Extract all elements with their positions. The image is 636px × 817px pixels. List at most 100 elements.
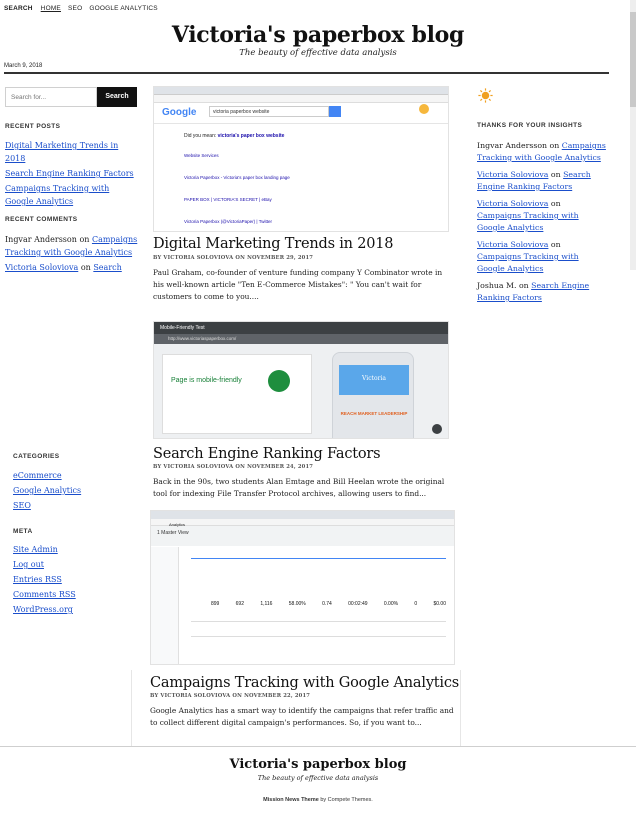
meta-link[interactable]: Log out <box>13 560 44 569</box>
google-result[interactable]: Victoria Paperbox (@VictoriaPaper) | Twi… <box>184 211 290 231</box>
nav-home-link[interactable]: HOME <box>41 5 61 12</box>
google-search-box[interactable]: victoria paperbox website <box>209 106 329 117</box>
insight-on: on <box>518 281 529 290</box>
meta-link[interactable]: Site Admin <box>13 545 58 554</box>
footer-site-title[interactable]: Victoria's paperbox blog <box>0 757 636 772</box>
recent-comment: Victoria Soloviova on Search <box>5 261 140 274</box>
recent-comments-title: RECENT COMMENTS <box>5 216 78 223</box>
comment-author-link[interactable]: Victoria Soloviova <box>5 263 78 272</box>
analytics-total: 58.00% <box>288 601 306 607</box>
insight-comment: Victoria Soloviova on Campaigns Tracking… <box>477 198 607 234</box>
google-tabs-divider <box>154 123 448 124</box>
nav-search-link[interactable]: SEARCH <box>4 5 33 12</box>
post-thumbnail-mobile-test[interactable]: Mobile-Friendly Test http://www.victoria… <box>153 321 449 439</box>
google-result[interactable]: Website Services <box>184 145 290 167</box>
phone-preview-title: Victoria <box>339 365 409 395</box>
insight-post-link[interactable]: Campaigns Tracking with Google Analytics <box>477 252 579 273</box>
browser-addressbar <box>151 519 454 526</box>
category-link[interactable]: SEO <box>13 501 31 510</box>
meta-link[interactable]: WordPress.org <box>13 605 73 614</box>
meta-link[interactable]: Comments RSS <box>13 590 76 599</box>
analytics-tab: Analytics <box>169 522 186 527</box>
recent-posts-title: RECENT POSTS <box>5 123 61 130</box>
insight-comment: Ingvar Andersson on Campaigns Tracking w… <box>477 140 607 164</box>
analytics-view-selector[interactable]: 1 Master View <box>151 526 454 546</box>
google-did-you-mean: Did you mean: victoria's paper box websi… <box>184 133 284 139</box>
category-link[interactable]: eCommerce <box>13 471 62 480</box>
insight-comment: Joshua M. on Search Engine Ranking Facto… <box>477 280 607 304</box>
analytics-total: 00:02:49 <box>348 601 368 607</box>
insight-author-link[interactable]: Victoria Soloviova <box>477 240 548 249</box>
recent-post-link[interactable]: Digital Marketing Trends in 2018 <box>5 141 118 163</box>
phone-preview-banner: REACH MARKET LEADERSHIP <box>340 411 408 416</box>
analytics-total: 1,116 <box>260 601 273 607</box>
mobile-test-result-card: Page is mobile-friendly <box>162 354 312 434</box>
site-title[interactable]: Victoria's paperbox blog <box>0 22 636 48</box>
search-button[interactable]: Search <box>97 87 137 107</box>
analytics-total: 0 <box>414 601 418 607</box>
insight-comment: Victoria Soloviova on Campaigns Tracking… <box>477 239 607 275</box>
analytics-sidebar <box>151 547 179 664</box>
nav-seo-link[interactable]: SEO <box>68 5 82 12</box>
footer-credit-by: by Compete Themes. <box>320 797 373 803</box>
category-link[interactable]: Google Analytics <box>13 486 81 495</box>
share-icon[interactable] <box>432 424 442 434</box>
google-logo-text: Google <box>162 107 197 118</box>
insight-author-link[interactable]: Victoria Soloviova <box>477 170 548 179</box>
search-input[interactable] <box>5 87 97 107</box>
analytics-trend-line <box>191 551 446 559</box>
post-thumbnail-analytics[interactable]: Analytics 1 Master View 899 692 1,116 58… <box>150 510 455 665</box>
site-tagline: The beauty of effective data analysis <box>239 48 397 58</box>
nav-google-analytics-link[interactable]: GOOGLE ANALYTICS <box>89 5 157 12</box>
analytics-total: 692 <box>235 601 244 607</box>
post-excerpt: Google Analytics has a smart way to iden… <box>150 706 454 727</box>
insight-on: on <box>550 199 561 208</box>
post-title[interactable]: Search Engine Ranking Factors <box>153 446 453 462</box>
recent-post-link[interactable]: Campaigns Tracking with Google Analytics <box>5 184 109 206</box>
insight-author-link[interactable]: Victoria Soloviova <box>477 199 548 208</box>
google-result[interactable]: PAPER BOX | VICTORIA'S SECRET | eBay <box>184 189 290 211</box>
meta-list: Site Admin Log out Entries RSS Comments … <box>13 543 76 618</box>
phone-check-icon <box>268 370 290 392</box>
google-search-icon[interactable] <box>329 106 341 117</box>
recent-comments-list: Ingvar Andersson on Campaigns Tracking w… <box>5 233 140 276</box>
comment-on: on <box>80 263 91 272</box>
categories-list: eCommerce Google Analytics SEO <box>13 469 81 514</box>
footer-tagline: The beauty of effective data analysis <box>257 774 379 782</box>
google-logo: Google <box>162 107 196 118</box>
analytics-total: 0.74 <box>322 601 332 607</box>
insight-on: on <box>550 170 561 179</box>
google-result[interactable]: Victoria Paperbox - Victoria's paper box… <box>184 167 290 189</box>
post-meta: BY VICTORIA SOLOVIOVA ON NOVEMBER 24, 20… <box>153 464 314 470</box>
post-thumbnail-google-search[interactable]: Google victoria paperbox website Did you… <box>153 86 449 232</box>
post-meta: BY VICTORIA SOLOVIOVA ON NOVEMBER 29, 20… <box>153 255 314 261</box>
recent-post-link[interactable]: Search Engine Ranking Factors <box>5 169 134 178</box>
post-title[interactable]: Digital Marketing Trends in 2018 <box>153 236 453 252</box>
analytics-totals: 899 692 1,116 58.00% 0.74 00:02:49 0.00%… <box>211 601 446 607</box>
browser-addressbar <box>154 95 448 103</box>
meta-link[interactable]: Entries RSS <box>13 575 62 584</box>
post-excerpt: Back in the 90s, two students Alan Emtag… <box>153 477 445 498</box>
browser-tabbar: Analytics <box>151 511 454 527</box>
scrollbar-thumb[interactable] <box>630 12 636 107</box>
insight-post-link[interactable]: Campaigns Tracking with Google Analytics <box>477 211 579 232</box>
post-meta: BY VICTORIA SOLOVIOVA ON NOVEMBER 22, 20… <box>150 693 311 699</box>
post-excerpt: Paul Graham, co-founder of venture fundi… <box>153 268 443 301</box>
insights-title: THANKS FOR YOUR INSIGHTS <box>477 122 583 129</box>
comment-author: Ingvar Andersson <box>5 235 77 244</box>
post-title[interactable]: Campaigns Tracking with Google Analytics <box>150 675 460 691</box>
comment-on: on <box>79 235 90 244</box>
insight-author: Joshua M. <box>477 281 517 290</box>
footer-divider <box>0 746 636 747</box>
insights-list: Ingvar Andersson on Campaigns Tracking w… <box>477 140 607 309</box>
comment-post-link[interactable]: Search <box>93 263 121 272</box>
phone-preview: Victoria REACH MARKET LEADERSHIP <box>332 352 414 438</box>
footer-theme-link[interactable]: Mission News Theme <box>263 797 319 803</box>
analytics-total: 899 <box>211 601 220 607</box>
dym-query[interactable]: victoria's paper box website <box>218 133 285 139</box>
meta-title: META <box>13 528 33 535</box>
analytics-row-divider <box>191 636 446 637</box>
categories-title: CATEGORIES <box>13 453 60 460</box>
dym-prefix: Did you mean: <box>184 133 217 139</box>
avatar[interactable] <box>419 104 429 114</box>
